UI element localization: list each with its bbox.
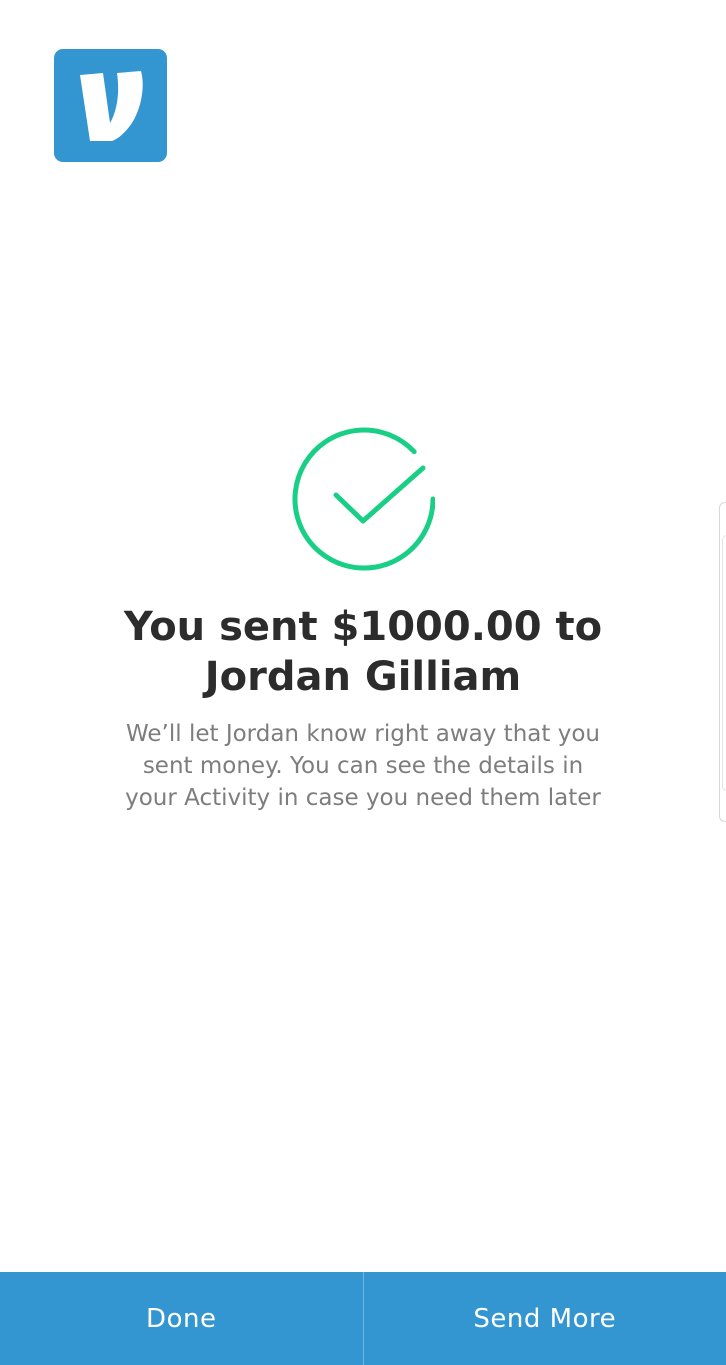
checkmark-circle-icon xyxy=(289,427,435,573)
confirmation-message-line: sent money. You can see the details in xyxy=(142,753,584,779)
confirmation-title-line: You sent $1000.00 to xyxy=(123,604,603,650)
confirmation-title-line: Jordan Gilliam xyxy=(204,654,522,700)
done-button[interactable]: Done xyxy=(0,1272,363,1365)
edge-panel-handle[interactable] xyxy=(719,502,726,822)
confirmation-message-line: your Activity in case you need them late… xyxy=(125,785,601,811)
confirmation-message-line: We’ll let Jordan know right away that yo… xyxy=(126,721,600,747)
confirmation-message: We’ll let Jordan know right away that yo… xyxy=(40,718,686,814)
footer-action-bar: Done Send More xyxy=(0,1272,726,1365)
send-more-button[interactable]: Send More xyxy=(364,1272,726,1365)
venmo-v-icon xyxy=(54,49,167,162)
edge-panel-handle-inner xyxy=(722,535,726,791)
confirmation-title: You sent $1000.00 to Jordan Gilliam xyxy=(60,602,666,702)
app-logo xyxy=(54,49,167,162)
